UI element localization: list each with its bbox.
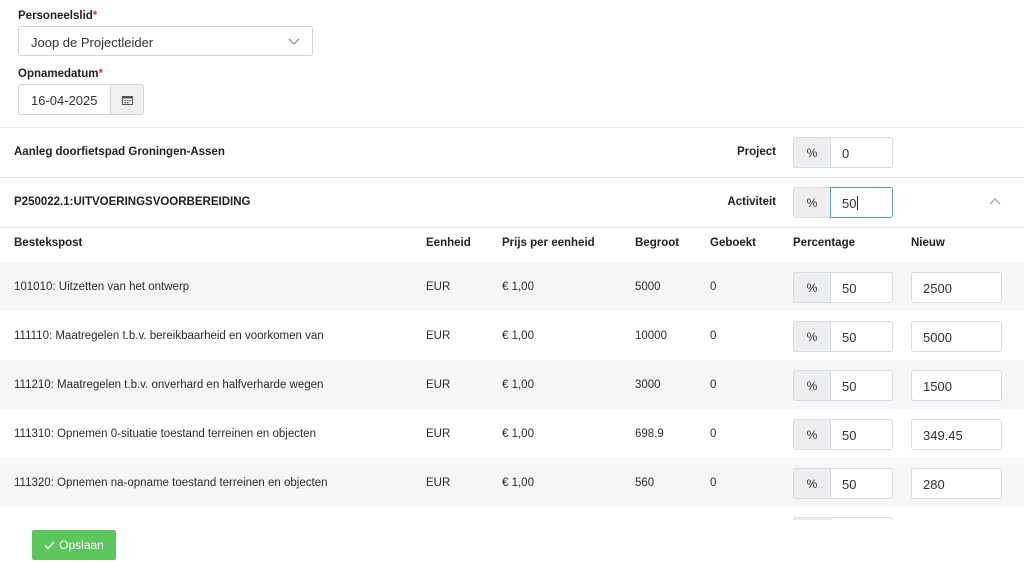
table-row: 101010: Uitzetten van het ontwerp EUR € … <box>0 262 1024 311</box>
prijs-cell: € 1,00 <box>502 281 534 293</box>
percent-addon: % <box>793 419 830 450</box>
percentage-input: % 50 <box>793 419 893 450</box>
opnamedatum-field: 16-04-2025 <box>18 84 144 115</box>
eenheid-cell: EUR <box>426 477 451 489</box>
calendar-button[interactable] <box>110 84 144 115</box>
nieuw-field[interactable]: 349.45 <box>911 419 1002 450</box>
check-icon <box>44 541 55 550</box>
geboekt-cell: 0 <box>710 330 717 342</box>
divider <box>0 177 1024 178</box>
bestekspost-cell: 111320: Opnemen na-opname toestand terre… <box>14 477 328 489</box>
nieuw-field[interactable]: 280 <box>911 468 1002 499</box>
calendar-icon <box>121 95 133 105</box>
prijs-cell: € 1,00 <box>502 428 534 440</box>
bestekspost-cell: 111110: Maatregelen t.b.v. bereikbaarhei… <box>14 330 324 342</box>
chevron-down-icon <box>288 38 300 45</box>
project-title: Aanleg doorfietspad Groningen-Assen <box>14 146 225 158</box>
chevron-up-icon[interactable] <box>989 196 1001 206</box>
geboekt-cell: 0 <box>710 428 717 440</box>
opnamedatum-input[interactable]: 16-04-2025 <box>18 84 110 115</box>
prijs-cell: € 1,00 <box>502 477 534 489</box>
required-mark: * <box>98 68 103 80</box>
column-header-geboekt: Geboekt <box>710 237 757 249</box>
begroot-cell: 10000 <box>635 330 667 342</box>
percentage-input: % 50 <box>793 370 893 401</box>
table-row: 111320: Opnemen na-opname toestand terre… <box>0 458 1024 507</box>
nieuw-field[interactable]: 2500 <box>911 272 1002 303</box>
nieuw-field[interactable]: 5000 <box>911 321 1002 352</box>
geboekt-cell: 0 <box>710 477 717 489</box>
table-row: 111110: Maatregelen t.b.v. bereikbaarhei… <box>0 311 1024 360</box>
project-percentage-input: % 0 <box>793 137 893 168</box>
bestekspost-cell: 111310: Opnemen 0-situatie toestand terr… <box>14 428 316 440</box>
percentage-field[interactable]: 50 <box>830 272 893 303</box>
column-header-percentage: Percentage <box>793 237 856 249</box>
required-mark: * <box>92 10 98 22</box>
table-row: 111310: Opnemen 0-situatie toestand terr… <box>0 409 1024 458</box>
prijs-cell: € 1,00 <box>502 330 534 342</box>
personeelslid-value: Joop de Projectleider <box>31 35 154 50</box>
activity-percentage-field[interactable]: 50 <box>830 187 893 218</box>
save-label: Opslaan <box>59 538 104 552</box>
percent-addon: % <box>793 370 830 401</box>
eenheid-cell: EUR <box>426 330 451 342</box>
column-header-prijs: Prijs per eenheid <box>502 237 595 249</box>
geboekt-cell: 0 <box>710 379 717 391</box>
activity-title: P250022.1:UITVOERINGSVOORBEREIDING <box>14 196 251 208</box>
percentage-field[interactable]: 50 <box>830 419 893 450</box>
column-header-eenheid: Eenheid <box>426 237 471 249</box>
eenheid-cell: EUR <box>426 428 451 440</box>
column-header-nieuw: Nieuw <box>911 237 945 249</box>
percentage-field[interactable]: 50 <box>830 321 893 352</box>
column-header-begroot: Begroot <box>635 237 680 249</box>
prijs-cell: € 1,00 <box>502 379 534 391</box>
activity-percentage-input: % 50 <box>793 187 893 218</box>
percent-addon: % <box>793 137 830 168</box>
activity-label: Activiteit <box>727 196 776 208</box>
project-percentage-field[interactable]: 0 <box>830 137 893 168</box>
begroot-cell: 3000 <box>635 379 661 391</box>
percentage-input: % 50 <box>793 321 893 352</box>
eenheid-cell: EUR <box>426 379 451 391</box>
column-header-bestekspost: Bestekspost <box>14 237 83 249</box>
percent-addon: % <box>793 187 830 218</box>
opnamedatum-label: Opnamedatum* <box>18 68 103 80</box>
begroot-cell: 698.9 <box>635 428 664 440</box>
percent-addon: % <box>793 321 830 352</box>
percentage-input: % 50 <box>793 272 893 303</box>
percentage-input: % 50 <box>793 468 893 499</box>
nieuw-field[interactable]: 1500 <box>911 370 1002 401</box>
begroot-cell: 560 <box>635 477 655 489</box>
divider <box>0 127 1024 128</box>
table-row: 111210: Maatregelen t.b.v. onverhard en … <box>0 360 1024 409</box>
bestekspost-cell: 101010: Uitzetten van het ontwerp <box>14 281 190 293</box>
eenheid-cell: EUR <box>426 281 451 293</box>
personeelslid-select[interactable]: Joop de Projectleider <box>18 26 313 56</box>
footer-bar: Opslaan <box>0 520 1024 563</box>
percent-addon: % <box>793 272 830 303</box>
project-label: Project <box>737 146 776 158</box>
divider <box>0 227 1024 228</box>
geboekt-cell: 0 <box>710 281 717 293</box>
bestekspost-cell: 111210: Maatregelen t.b.v. onverhard en … <box>14 379 324 391</box>
save-button[interactable]: Opslaan <box>32 530 116 560</box>
percent-addon: % <box>793 468 830 499</box>
begroot-cell: 5000 <box>635 281 661 293</box>
personeelslid-label: Personeelslid* <box>18 10 98 22</box>
percentage-field[interactable]: 50 <box>830 468 893 499</box>
percentage-field[interactable]: 50 <box>830 370 893 401</box>
